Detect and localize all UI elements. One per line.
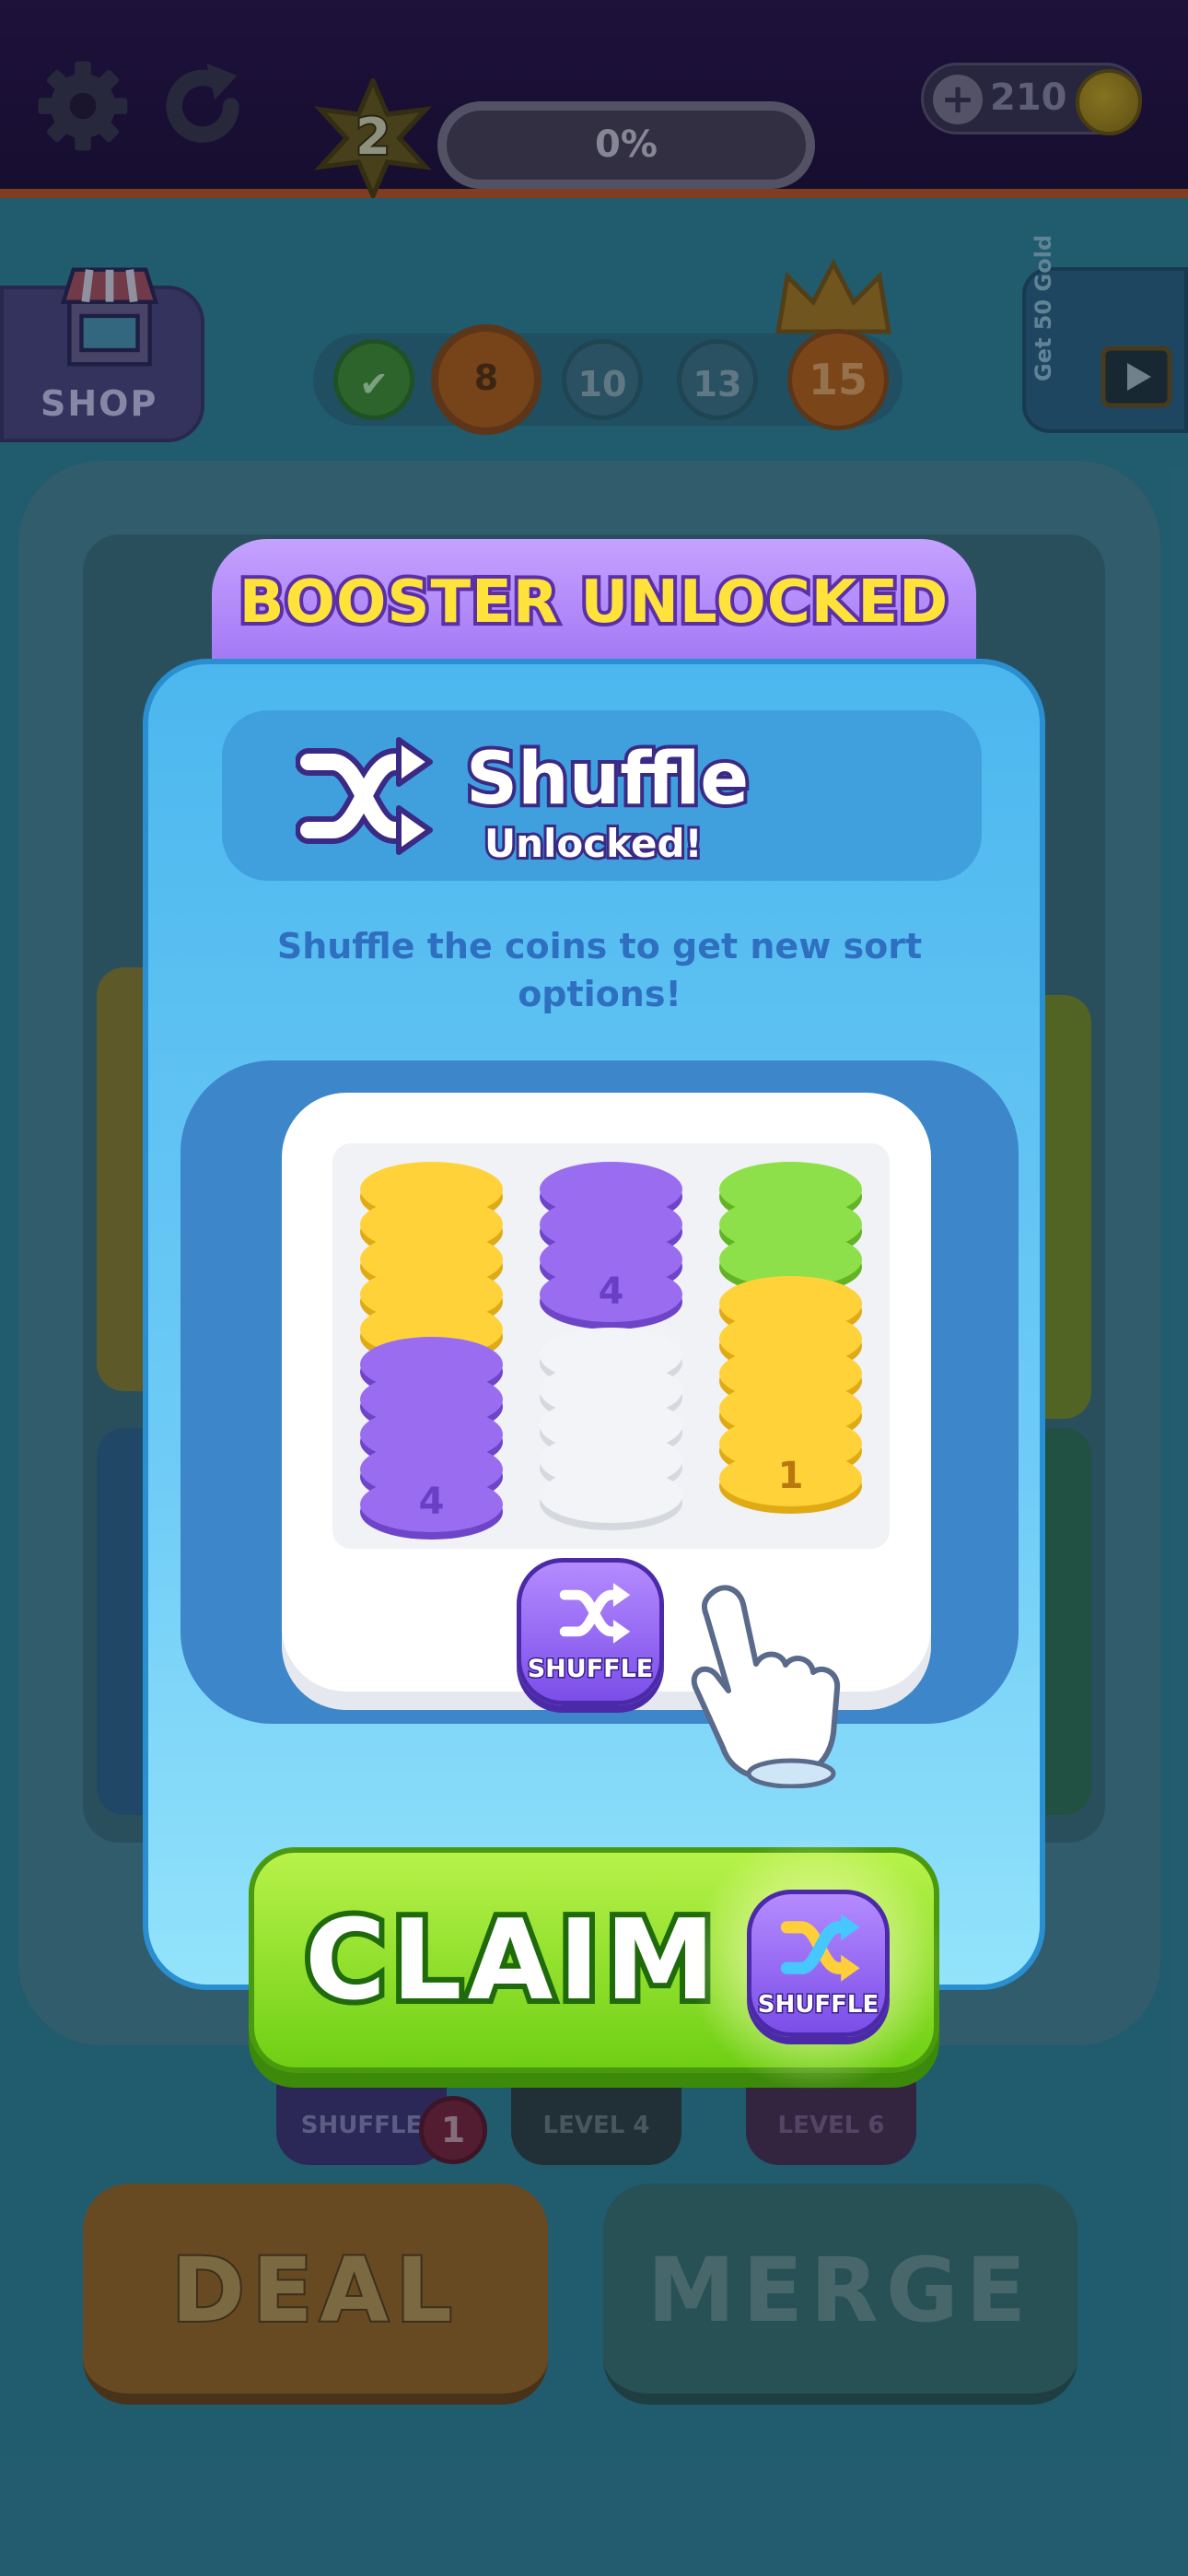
feature-banner: Shuffle Unlocked! xyxy=(222,710,982,881)
tutorial-preview: 4 4 1 SHUFFLE xyxy=(181,1060,1019,1724)
coin-yellow: 1 xyxy=(719,1451,862,1506)
coin-white xyxy=(540,1468,682,1523)
preview-shuffle-button: SHUFFLE xyxy=(517,1558,664,1705)
feature-description: Shuffle the coins to get new sort option… xyxy=(276,926,923,1014)
pointing-hand-icon xyxy=(691,1585,841,1788)
claim-booster-label: SHUFFLE xyxy=(756,1990,879,2020)
coin-stack-count: 4 xyxy=(598,1270,624,1313)
feature-name: Shuffle xyxy=(462,734,752,825)
coin-purple: 4 xyxy=(360,1477,503,1532)
preview-column: 1 xyxy=(710,1162,871,1549)
preview-rack: 4 4 1 xyxy=(332,1143,890,1549)
shuffle-icon xyxy=(296,737,433,855)
shuffle-icon xyxy=(559,1583,631,1644)
coin-stack-count: 4 xyxy=(418,1481,445,1523)
coin-purple: 4 xyxy=(540,1267,682,1322)
claim-shuffle-booster: SHUFFLE xyxy=(747,1890,890,2037)
preview-shuffle-label: SHUFFLE xyxy=(526,1654,655,1685)
feature-status: Unlocked! xyxy=(482,818,705,869)
booster-unlocked-modal: Shuffle Unlocked! Shuffle the coins to g… xyxy=(143,659,1045,1990)
claim-button[interactable]: CLAIM SHUFFLE xyxy=(249,1834,945,2092)
claim-label: CLAIM xyxy=(299,1891,721,2031)
shuffle-icon xyxy=(780,1914,860,1982)
preview-column: 4 xyxy=(530,1162,692,1549)
coin-stack-count: 1 xyxy=(777,1455,804,1497)
preview-column: 4 xyxy=(351,1162,512,1549)
modal-title: BOOSTER UNLOCKED xyxy=(236,565,951,640)
